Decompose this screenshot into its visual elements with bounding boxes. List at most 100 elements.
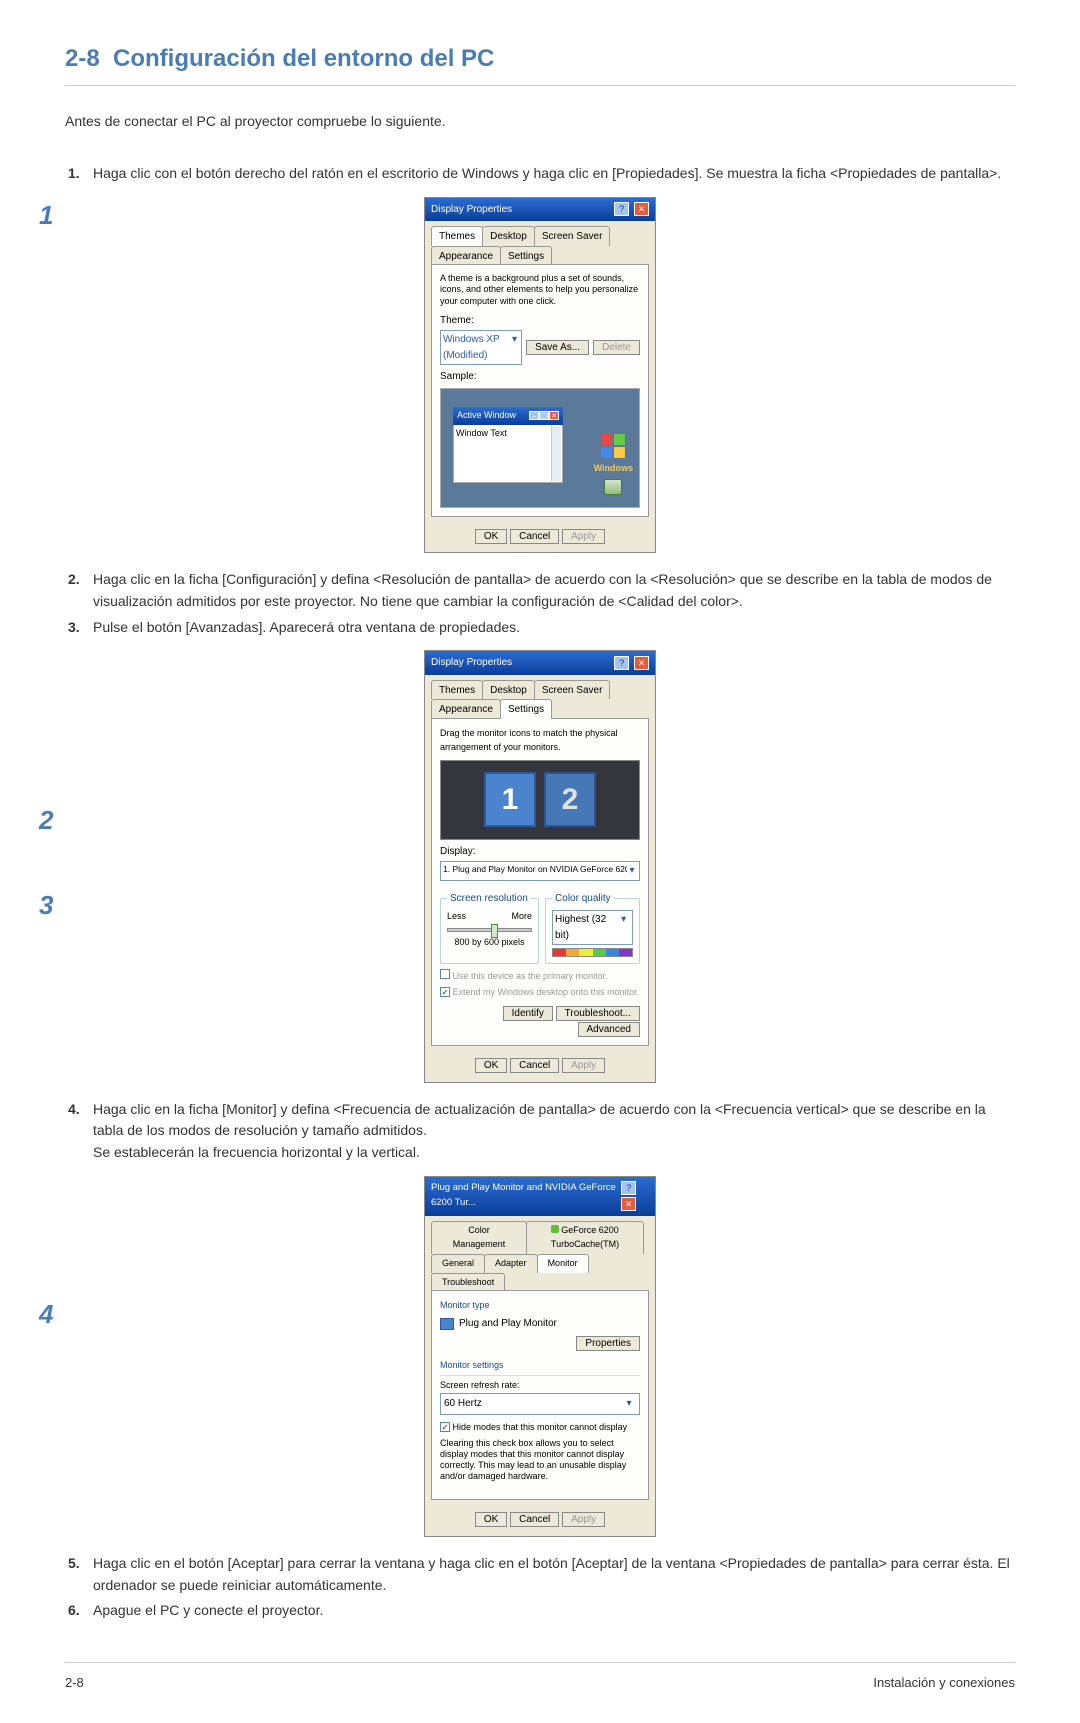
save-as-button[interactable]: Save As...	[526, 340, 589, 355]
resolution-slider[interactable]	[447, 928, 532, 932]
windows-flag-icon	[600, 433, 626, 459]
tab-general[interactable]: General	[431, 1254, 485, 1273]
monitor-type-label: Monitor type	[440, 1299, 640, 1313]
ok-button[interactable]: OK	[475, 1512, 507, 1527]
help-icon[interactable]: ?	[614, 656, 629, 670]
tab-themes[interactable]: Themes	[431, 680, 483, 700]
monitor-icon	[440, 1318, 454, 1330]
step-text: Pulse el botón [Avanzadas]. Aparecerá ot…	[93, 617, 1015, 639]
tab-settings[interactable]: Settings	[500, 699, 552, 719]
figure-callout-1: 1	[39, 195, 53, 235]
close-icon[interactable]: ✕	[634, 202, 649, 216]
tab-appearance[interactable]: Appearance	[431, 246, 501, 266]
intro-text: Antes de conectar el PC al proyector com…	[65, 111, 1015, 133]
dialog-button-row: OK Cancel Apply	[425, 1052, 655, 1082]
resolution-legend: Screen resolution	[447, 891, 531, 907]
footer-left: 2-8	[65, 1673, 84, 1693]
footer-right: Instalación y conexiones	[873, 1673, 1015, 1693]
monitor-arrangement[interactable]: 1 2	[440, 760, 640, 840]
cancel-button[interactable]: Cancel	[510, 1512, 559, 1527]
figure-3-wrap: 4 Plug and Play Monitor and NVIDIA GeFor…	[65, 1176, 1015, 1537]
step-number: 6.	[65, 1600, 93, 1622]
tab-desktop[interactable]: Desktop	[482, 226, 535, 246]
theme-dropdown[interactable]: Windows XP (Modified) ▾	[440, 330, 522, 365]
dialog-button-row: OK Cancel Apply	[425, 1506, 655, 1536]
settings-panel: Drag the monitor icons to match the phys…	[431, 718, 649, 1046]
tab-screensaver[interactable]: Screen Saver	[534, 226, 611, 246]
apply-button[interactable]: Apply	[562, 529, 605, 544]
tab-appearance[interactable]: Appearance	[431, 699, 501, 719]
close-icon[interactable]: ✕	[634, 656, 649, 670]
figure-2-wrap: 2 3 Display Properties ? ✕ ThemesDesktop…	[65, 650, 1015, 1082]
step-3: 3. Pulse el botón [Avanzadas]. Aparecerá…	[65, 617, 1015, 639]
window-controls-icon: –▢✕	[529, 409, 559, 423]
themes-description: A theme is a background plus a set of so…	[440, 273, 640, 307]
ok-button[interactable]: OK	[475, 529, 507, 544]
refresh-rate-value: 60 Hertz	[444, 1396, 482, 1412]
screen-resolution-group: Screen resolution Less More 800 by 600 p…	[440, 891, 539, 965]
tab-troubleshoot[interactable]: Troubleshoot	[431, 1273, 505, 1292]
monitor-properties-dialog: Plug and Play Monitor and NVIDIA GeForce…	[424, 1176, 656, 1537]
step-number: 2.	[65, 569, 93, 612]
monitor-2-icon[interactable]: 2	[544, 772, 596, 827]
dialog-titlebar: Display Properties ? ✕	[425, 198, 655, 222]
nvidia-icon	[551, 1225, 559, 1233]
dialog-tabs-top: Color ManagementGeForce 6200 TurboCache(…	[425, 1216, 655, 1254]
dialog-titlebar: Display Properties ? ✕	[425, 651, 655, 675]
dialog-title: Plug and Play Monitor and NVIDIA GeForce…	[431, 1181, 619, 1210]
tab-geforce[interactable]: GeForce 6200 TurboCache(TM)	[526, 1221, 644, 1254]
display-properties-themes-dialog: Display Properties ? ✕ ThemesDesktopScre…	[424, 197, 656, 554]
properties-button[interactable]: Properties	[576, 1336, 640, 1351]
tab-color-management[interactable]: Color Management	[431, 1221, 527, 1254]
apply-button[interactable]: Apply	[562, 1512, 605, 1527]
figure-callout-4: 4	[39, 1294, 53, 1334]
tab-settings[interactable]: Settings	[500, 246, 552, 266]
hide-modes-checkbox[interactable]: ✓ Hide modes that this monitor cannot di…	[440, 1421, 640, 1435]
apply-button[interactable]: Apply	[562, 1058, 605, 1073]
step-number: 3.	[65, 617, 93, 639]
display-value: 1. Plug and Play Monitor on NVIDIA GeFor…	[443, 863, 627, 879]
primary-monitor-checkbox: Use this device as the primary monitor.	[440, 969, 640, 984]
identify-button[interactable]: Identify	[503, 1006, 553, 1021]
tab-adapter[interactable]: Adapter	[484, 1254, 538, 1273]
windows-brand-text: Windows	[594, 462, 633, 476]
slider-thumb-icon[interactable]	[491, 924, 498, 938]
color-gradient-bar	[552, 948, 633, 957]
page-footer: 2-8 Instalación y conexiones	[65, 1662, 1015, 1693]
step-2: 2. Haga clic en la ficha [Configuración]…	[65, 569, 1015, 612]
dialog-title: Display Properties	[431, 655, 512, 671]
tab-monitor[interactable]: Monitor	[537, 1254, 589, 1273]
chevron-down-icon: ▾	[510, 332, 519, 363]
delete-button[interactable]: Delete	[593, 340, 640, 355]
help-icon[interactable]: ?	[621, 1181, 636, 1195]
monitor-1-icon[interactable]: 1	[484, 772, 536, 827]
step-5: 5. Haga clic en el botón [Aceptar] para …	[65, 1553, 1015, 1596]
tab-desktop[interactable]: Desktop	[482, 680, 535, 700]
cancel-button[interactable]: Cancel	[510, 1058, 559, 1073]
refresh-rate-dropdown[interactable]: 60 Hertz ▾	[440, 1393, 640, 1415]
tab-themes[interactable]: Themes	[431, 226, 483, 246]
section-title: Configuración del entorno del PC	[113, 45, 494, 72]
monitor-panel: Monitor type Plug and Play Monitor Prope…	[431, 1290, 649, 1500]
step-1: 1. Haga clic con el botón derecho del ra…	[65, 163, 1015, 185]
color-quality-dropdown[interactable]: Highest (32 bit) ▾	[552, 910, 633, 945]
color-quality-group: Color quality Highest (32 bit) ▾	[545, 891, 640, 965]
cancel-button[interactable]: Cancel	[510, 529, 559, 544]
titlebar-buttons: ? ✕	[612, 202, 649, 218]
help-icon[interactable]: ?	[614, 202, 629, 216]
dialog-tabs: ThemesDesktopScreen Saver AppearanceSetti…	[425, 675, 655, 719]
tab-screensaver[interactable]: Screen Saver	[534, 680, 611, 700]
dialog-titlebar: Plug and Play Monitor and NVIDIA GeForce…	[425, 1177, 655, 1216]
close-icon[interactable]: ✕	[621, 1197, 636, 1211]
step-number: 5.	[65, 1553, 93, 1596]
troubleshoot-button[interactable]: Troubleshoot...	[556, 1006, 640, 1021]
display-dropdown[interactable]: 1. Plug and Play Monitor on NVIDIA GeFor…	[440, 861, 640, 881]
advanced-button[interactable]: Advanced	[578, 1022, 640, 1037]
step-number: 1.	[65, 163, 93, 185]
window-text: Window Text	[456, 428, 507, 438]
steps-list: 1. Haga clic con el botón derecho del ra…	[65, 163, 1015, 1622]
section-heading: 2-8 Configuración del entorno del PC	[65, 40, 1015, 86]
ok-button[interactable]: OK	[475, 1058, 507, 1073]
dialog-title: Display Properties	[431, 202, 512, 218]
display-label: Display:	[440, 844, 640, 860]
